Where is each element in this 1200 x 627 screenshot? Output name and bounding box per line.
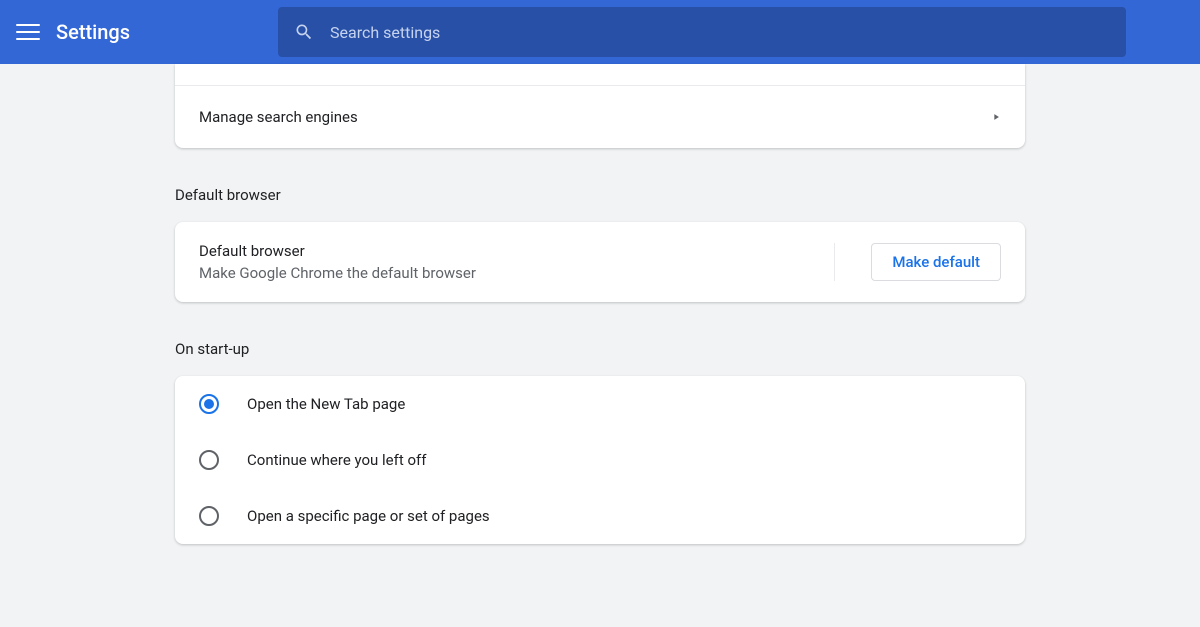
startup-option-label: Open the New Tab page: [247, 395, 405, 413]
menu-icon[interactable]: [16, 20, 40, 44]
search-icon: [294, 22, 314, 42]
startup-option-new-tab[interactable]: Open the New Tab page: [175, 376, 1025, 432]
default-browser-subtitle: Make Google Chrome the default browser: [199, 264, 476, 282]
radio-icon[interactable]: [199, 506, 219, 526]
default-browser-title: Default browser: [199, 242, 476, 260]
chevron-right-icon: [991, 112, 1001, 122]
startup-option-label: Continue where you left off: [247, 451, 426, 469]
default-browser-card: Default browser Make Google Chrome the d…: [175, 222, 1025, 302]
default-browser-section-title: Default browser: [175, 186, 1025, 204]
default-browser-text: Default browser Make Google Chrome the d…: [199, 242, 476, 282]
startup-option-continue[interactable]: Continue where you left off: [175, 432, 1025, 488]
settings-content: Manage search engines Default browser De…: [175, 64, 1025, 544]
search-container[interactable]: [278, 7, 1126, 57]
page-title: Settings: [56, 20, 130, 44]
manage-search-engines-row[interactable]: Manage search engines: [175, 86, 1025, 148]
search-input[interactable]: [330, 23, 1110, 42]
radio-icon[interactable]: [199, 394, 219, 414]
search-engine-row-partial: [175, 64, 1025, 86]
radio-icon[interactable]: [199, 450, 219, 470]
startup-card: Open the New Tab page Continue where you…: [175, 376, 1025, 544]
app-header: Settings: [0, 0, 1200, 64]
startup-section-title: On start-up: [175, 340, 1025, 358]
search-engine-card: Manage search engines: [175, 64, 1025, 148]
default-browser-row: Default browser Make Google Chrome the d…: [175, 222, 1025, 302]
manage-search-engines-label: Manage search engines: [199, 108, 358, 126]
make-default-button[interactable]: Make default: [871, 243, 1001, 281]
startup-option-label: Open a specific page or set of pages: [247, 507, 490, 525]
startup-option-specific-page[interactable]: Open a specific page or set of pages: [175, 488, 1025, 544]
divider: [834, 243, 835, 281]
